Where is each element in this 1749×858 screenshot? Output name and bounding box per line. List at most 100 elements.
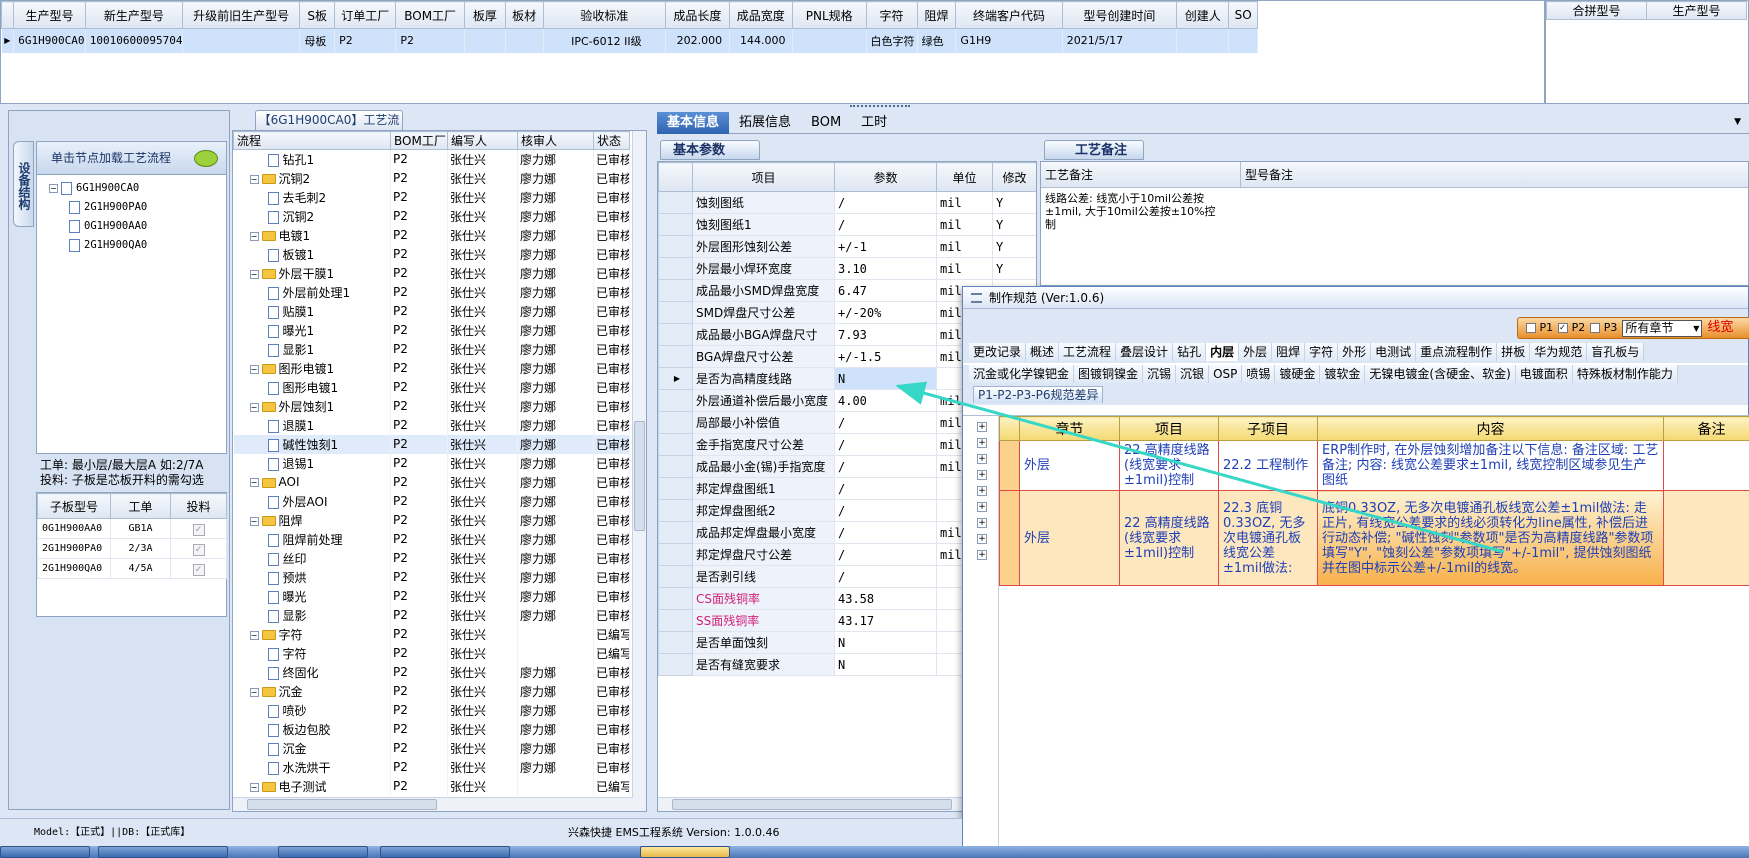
cell[interactable]: P2 — [334, 28, 397, 53]
cell-writer[interactable]: 张仕兴 — [447, 605, 518, 625]
cell-flow[interactable]: 丝印 — [233, 548, 391, 568]
col-header[interactable]: S板 — [299, 1, 336, 29]
cell[interactable]: P2 — [395, 28, 465, 53]
cell-content[interactable]: ERP制作时, 在外层蚀刻增加备注以下信息: 备注区域: 工艺备注; 内容: 线… — [1317, 440, 1664, 491]
cell-reviewer[interactable]: 廖力娜 — [517, 301, 594, 321]
process-remark-text[interactable]: 线路公差: 线宽小于10mil公差按±1mil, 大于10mil公差按±10%控… — [1045, 192, 1225, 231]
cell-writer[interactable]: 张仕兴 — [447, 434, 518, 454]
cell-item[interactable]: 成品最小SMD焊盘宽度 — [692, 279, 835, 302]
table-row[interactable]: − 电子测试 P2 张仕兴 已编写 — [233, 776, 630, 796]
cell-writer[interactable]: 张仕兴 — [447, 719, 518, 739]
table-row[interactable]: 阻焊前处理 P2 张仕兴 廖力娜 已审核 — [233, 529, 630, 549]
table-row[interactable]: 图形电镀1 P2 张仕兴 廖力娜 已审核 — [233, 377, 630, 397]
row-indicator[interactable] — [999, 440, 1020, 491]
cell-flow[interactable]: 沉铜2 — [233, 206, 391, 226]
spec-tab[interactable]: 华为规范 — [1530, 343, 1588, 361]
cell[interactable] — [464, 28, 506, 53]
cell-bom[interactable]: P2 — [390, 339, 448, 359]
cell-order[interactable]: 2/3A — [110, 538, 171, 559]
checkbox-checked-icon[interactable]: ✓ — [1558, 323, 1569, 333]
cell-bom[interactable]: P2 — [390, 757, 448, 777]
expand-icon[interactable]: + — [977, 502, 987, 512]
cell-reviewer[interactable] — [517, 643, 594, 663]
collapse-icon[interactable]: − — [249, 364, 259, 374]
cell-flow[interactable]: − 图形电镀1 — [233, 358, 391, 378]
cell-item[interactable]: 邦定焊盘图纸2 — [692, 499, 835, 522]
cell-status[interactable]: 已审核 — [593, 377, 630, 397]
cell-reviewer[interactable]: 廖力娜 — [517, 548, 594, 568]
col-writer[interactable]: 编写人 — [447, 131, 518, 150]
row-header[interactable] — [658, 323, 693, 346]
cell-flow[interactable]: 碱性蚀刻1 — [233, 434, 391, 454]
cell-bom[interactable]: P2 — [390, 719, 448, 739]
col-sub-item[interactable]: 子项目 — [1218, 416, 1318, 441]
cell-note[interactable] — [1663, 490, 1749, 586]
col-header[interactable]: 订单工厂 — [334, 1, 397, 29]
cell-reviewer[interactable]: 廖力娜 — [517, 681, 594, 701]
table-row[interactable]: 曝光1 P2 张仕兴 廖力娜 已审核 — [233, 320, 630, 340]
cell-reviewer[interactable]: 廖力娜 — [517, 491, 594, 511]
cell-bom[interactable]: P2 — [390, 529, 448, 549]
cell-reviewer[interactable]: 廖力娜 — [517, 700, 594, 720]
table-row[interactable]: 0G1H900AA0 GB1A ✓ — [37, 518, 227, 539]
cell-param[interactable]: +/-1.5 — [834, 345, 937, 368]
cell-bom[interactable]: P2 — [390, 358, 448, 378]
cell-feed[interactable]: ✓ — [170, 518, 227, 539]
col-header[interactable]: 生产型号 — [13, 1, 86, 29]
col-reviewer[interactable]: 核审人 — [517, 131, 594, 150]
checkbox-checked-icon[interactable]: ✓ — [192, 524, 205, 536]
cell-status[interactable]: 已审核 — [593, 586, 630, 606]
cell-reviewer[interactable]: 廖力娜 — [517, 567, 594, 587]
cell[interactable]: 144.000 — [729, 28, 793, 53]
cell-writer[interactable]: 张仕兴 — [447, 149, 518, 169]
cell-param[interactable]: / — [834, 213, 937, 236]
spec-tab[interactable]: 概述 — [1026, 343, 1060, 361]
table-row[interactable]: 2G1H900PA0 2/3A ✓ — [37, 538, 227, 559]
side-tab-structure[interactable]: 设备结构 — [13, 141, 34, 227]
cell-writer[interactable]: 张仕兴 — [447, 548, 518, 568]
cell-unit[interactable]: mil — [936, 257, 993, 280]
cell-reviewer[interactable]: 廖力娜 — [517, 206, 594, 226]
cell-bom[interactable]: P2 — [390, 149, 448, 169]
cell-item[interactable]: BGA焊盘尺寸公差 — [692, 345, 835, 368]
scroll-thumb[interactable] — [634, 421, 645, 531]
cell-content[interactable]: 底铜0.33OZ, 无多次电镀通孔板线宽公差±1mil做法: 走正片, 有线宽公… — [1317, 490, 1664, 586]
cell-flow[interactable]: 图形电镀1 — [233, 377, 391, 397]
table-row[interactable]: − 电镀1 P2 张仕兴 廖力娜 已审核 — [233, 225, 630, 245]
col-model-remark[interactable]: 型号备注 — [1241, 162, 1748, 187]
col-process-remark[interactable]: 工艺备注 — [1041, 162, 1241, 187]
cell-status[interactable]: 已审核 — [593, 567, 630, 587]
row-header[interactable] — [658, 301, 693, 324]
spec-tab[interactable]: 镀硬金 — [1275, 365, 1321, 383]
cell-reviewer[interactable]: 廖力娜 — [517, 358, 594, 378]
cell-status[interactable]: 已审核 — [593, 263, 630, 283]
table-row[interactable]: 字符 P2 张仕兴 已编写 — [233, 643, 630, 663]
col-header[interactable]: 新生产型号 — [84, 1, 183, 29]
table-row[interactable]: 外层 22 高精度线路(线宽要求±1mil)控制 22.3 底铜0.33OZ, 无多… — [999, 490, 1749, 586]
col-order[interactable]: 工单 — [110, 493, 171, 519]
cell-writer[interactable]: 张仕兴 — [447, 700, 518, 720]
cell-reviewer[interactable]: 廖力娜 — [517, 415, 594, 435]
cell-reviewer[interactable]: 廖力娜 — [517, 510, 594, 530]
col-spec-item[interactable]: 项目 — [1119, 416, 1219, 441]
cell-flow[interactable]: − 电镀1 — [233, 225, 391, 245]
cell-bom[interactable]: P2 — [390, 472, 448, 492]
cell-reviewer[interactable]: 廖力娜 — [517, 149, 594, 169]
table-row[interactable]: 板镀1 P2 张仕兴 廖力娜 已审核 — [233, 244, 630, 264]
col-param[interactable]: 参数 — [834, 162, 937, 192]
cell-bom[interactable]: P2 — [390, 700, 448, 720]
cell-writer[interactable]: 张仕兴 — [447, 453, 518, 473]
taskbar-button[interactable] — [380, 846, 510, 858]
cell-param[interactable]: +/-20% — [834, 301, 937, 324]
cell-bom[interactable]: P2 — [390, 738, 448, 758]
collapse-icon[interactable]: − — [249, 687, 259, 697]
cell-sub-model[interactable]: 0G1H900AA0 — [37, 518, 111, 539]
cell-status[interactable]: 已审核 — [593, 339, 630, 359]
cell[interactable]: 2021/5/17 — [1062, 28, 1178, 53]
cell-item[interactable]: 局部最小补偿值 — [692, 411, 835, 434]
cell-item[interactable]: 外层图形蚀刻公差 — [692, 235, 835, 258]
cell-writer[interactable]: 张仕兴 — [447, 244, 518, 264]
expand-icon[interactable]: + — [977, 454, 987, 464]
table-row[interactable]: 蚀刻图纸1/mil Y — [658, 213, 1036, 236]
table-row[interactable]: 外层最小焊环宽度 3.10 mil Y — [658, 257, 1036, 280]
